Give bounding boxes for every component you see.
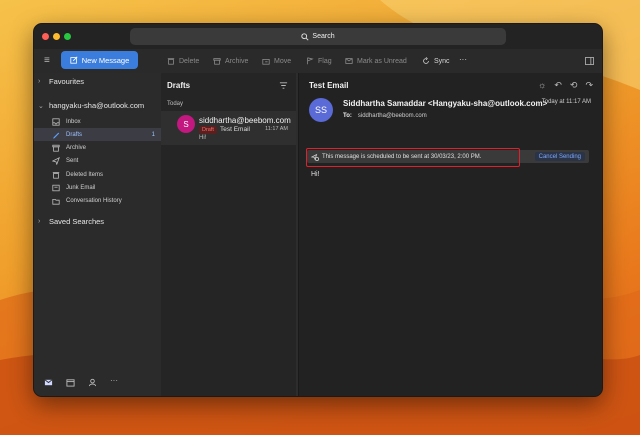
- sidebar-toggle-icon[interactable]: [585, 57, 594, 65]
- draft-badge: Draft: [199, 126, 217, 134]
- new-message-label: New Message: [81, 55, 130, 65]
- sidebar-item-label: Sent: [66, 157, 79, 164]
- reading-pane: Test Email ☼ ↶ ⟲ ↷ SS Siddhartha Samadda…: [298, 73, 602, 396]
- message-subject: Test Email: [309, 81, 349, 90]
- message-body: Hi!: [311, 171, 320, 178]
- mail-icon[interactable]: [44, 378, 53, 387]
- sidebar-item-junk[interactable]: Junk Email: [34, 181, 161, 194]
- highlight-box: [306, 148, 520, 167]
- sync-button[interactable]: Sync: [422, 57, 450, 65]
- sidebar-item-drafts[interactable]: Drafts 1: [34, 128, 161, 141]
- list-item[interactable]: S siddhartha@beebom.com Draft Test Email…: [161, 111, 296, 145]
- recipient-row: To: siddhartha@beebom.com: [343, 113, 427, 119]
- sidebar-item-label: Drafts: [66, 131, 83, 138]
- inbox-icon: [52, 117, 60, 126]
- compose-icon: [70, 56, 78, 64]
- search-label: Search: [312, 33, 335, 40]
- sidebar-item-label: Inbox: [66, 118, 81, 125]
- move-button[interactable]: Move: [262, 57, 291, 65]
- saved-searches-group[interactable]: › Saved Searches: [38, 217, 104, 226]
- more-apps-icon[interactable]: ···: [110, 377, 119, 387]
- junk-icon: [52, 184, 60, 191]
- filter-icon[interactable]: [279, 81, 288, 90]
- chevron-right-icon: ›: [38, 78, 41, 85]
- mail-sender: siddhartha@beebom.com: [199, 116, 291, 125]
- mail-preview: Hi!: [199, 135, 207, 141]
- sidebar-item-deleted[interactable]: Deleted Items: [34, 168, 161, 181]
- minimize-window-button[interactable]: [53, 33, 60, 40]
- more-button[interactable]: ···: [459, 55, 467, 64]
- close-window-button[interactable]: [42, 33, 49, 40]
- mail-time: 11:17 AM: [265, 126, 288, 132]
- mark-unread-button[interactable]: Mark as Unread: [345, 57, 407, 65]
- archive-button[interactable]: Archive: [213, 57, 248, 65]
- bottom-nav: ···: [44, 377, 119, 387]
- to-label: To:: [343, 113, 352, 119]
- move-folder-icon: [262, 59, 270, 65]
- sidebar-item-label: Junk Email: [66, 184, 96, 191]
- archive-label: Archive: [225, 57, 249, 65]
- pencil-icon: [53, 132, 60, 139]
- toolbar: ≡ New Message Delete Archive Move Flag M…: [34, 49, 602, 73]
- account-group[interactable]: ⌄ hangyaku-sha@outlook.com: [38, 101, 144, 110]
- title-bar: Search: [34, 24, 602, 49]
- brightness-icon[interactable]: ☼: [538, 80, 546, 91]
- reply-all-icon[interactable]: ⟲: [570, 80, 578, 91]
- trash-icon: [167, 58, 175, 65]
- sidebar-item-conversation-history[interactable]: Conversation History: [34, 194, 161, 207]
- flag-label: Flag: [318, 57, 332, 65]
- favourites-label: Favourites: [49, 77, 85, 86]
- mail-subject: Test Email: [220, 126, 250, 133]
- sidebar-item-inbox[interactable]: Inbox: [34, 115, 161, 128]
- flag-icon: [307, 57, 314, 65]
- archive-icon: [213, 58, 221, 65]
- delete-button[interactable]: Delete: [167, 57, 199, 65]
- cancel-sending-button[interactable]: Cancel Sending: [534, 152, 585, 161]
- sender-name: Siddhartha Samaddar <Hangyaku-sha@outloo…: [343, 99, 548, 108]
- hamburger-menu-icon[interactable]: ≡: [44, 56, 50, 66]
- forward-icon[interactable]: ↷: [585, 80, 593, 91]
- mark-unread-label: Mark as Unread: [357, 57, 407, 65]
- reply-icon[interactable]: ↶: [554, 80, 562, 91]
- trash-icon: [52, 171, 60, 179]
- sidebar-item-sent[interactable]: Sent: [34, 154, 161, 167]
- message-list: Drafts Today S siddhartha@beebom.com Dra…: [161, 73, 296, 396]
- search-icon: [301, 32, 309, 41]
- recipient-address: siddhartha@beebom.com: [357, 113, 427, 119]
- move-label: Move: [274, 57, 292, 65]
- message-actions: ☼ ↶ ⟲ ↷: [538, 80, 593, 91]
- sidebar-item-archive[interactable]: Archive: [34, 141, 161, 154]
- sync-label: Sync: [434, 57, 450, 65]
- new-message-button[interactable]: New Message: [61, 51, 138, 69]
- send-icon: [52, 156, 60, 165]
- list-header: Drafts: [167, 81, 191, 90]
- zoom-window-button[interactable]: [64, 33, 71, 40]
- sender-avatar: SS: [309, 98, 333, 122]
- people-icon[interactable]: [88, 378, 97, 387]
- sync-icon: [423, 57, 429, 64]
- envelope-icon: [345, 58, 353, 64]
- outlook-window: Search ≡ New Message Delete Archive Move…: [33, 23, 603, 397]
- sidebar-item-label: Conversation History: [66, 197, 122, 204]
- folder-icon: [52, 198, 60, 205]
- delete-label: Delete: [179, 57, 200, 65]
- account-label: hangyaku-sha@outlook.com: [49, 101, 145, 110]
- flag-button[interactable]: Flag: [306, 57, 332, 65]
- message-time: Today at 11:17 AM: [541, 99, 591, 105]
- archive-icon: [52, 144, 60, 152]
- favourites-group[interactable]: › Favourites: [38, 77, 84, 86]
- sidebar: › Favourites ⌄ hangyaku-sha@outlook.com …: [34, 73, 161, 396]
- avatar: S: [177, 115, 195, 133]
- saved-searches-label: Saved Searches: [49, 217, 105, 226]
- calendar-icon[interactable]: [66, 378, 75, 387]
- group-label-today: Today: [167, 101, 184, 107]
- search-input[interactable]: Search: [130, 28, 506, 45]
- sidebar-item-label: Archive: [66, 144, 87, 151]
- sidebar-item-label: Deleted Items: [66, 171, 104, 178]
- drafts-count-badge: 1: [151, 131, 155, 138]
- chevron-right-icon: ›: [38, 218, 41, 225]
- chevron-down-icon: ⌄: [38, 102, 44, 110]
